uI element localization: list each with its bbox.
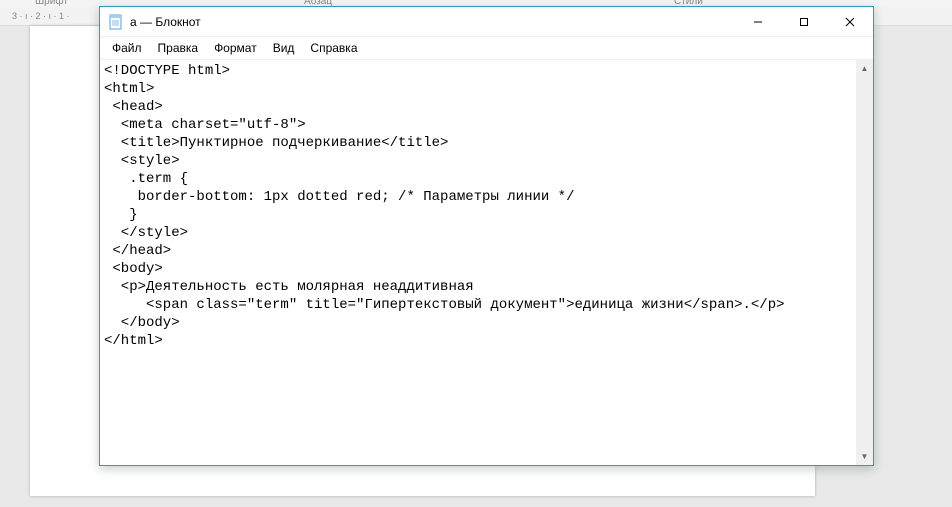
menu-file[interactable]: Файл — [104, 39, 150, 57]
notepad-icon — [108, 14, 124, 30]
close-button[interactable] — [827, 7, 873, 37]
titlebar[interactable]: a — Блокнот — [100, 7, 873, 37]
scroll-up-button[interactable]: ▲ — [856, 60, 873, 77]
minimize-button[interactable] — [735, 7, 781, 37]
menu-help[interactable]: Справка — [302, 39, 365, 57]
editor-content[interactable]: <!DOCTYPE html> <html> <head> <meta char… — [100, 60, 856, 465]
vertical-scrollbar[interactable]: ▲ ▼ — [856, 60, 873, 465]
menubar: Файл Правка Формат Вид Справка — [100, 37, 873, 59]
notepad-window: a — Блокнот Файл Правка Формат Вид Справ… — [99, 6, 874, 466]
scroll-down-button[interactable]: ▼ — [856, 448, 873, 465]
menu-view[interactable]: Вид — [265, 39, 303, 57]
maximize-button[interactable] — [781, 7, 827, 37]
window-title: a — Блокнот — [130, 15, 201, 29]
menu-format[interactable]: Формат — [206, 39, 265, 57]
menu-edit[interactable]: Правка — [150, 39, 207, 57]
text-area: <!DOCTYPE html> <html> <head> <meta char… — [100, 59, 873, 465]
